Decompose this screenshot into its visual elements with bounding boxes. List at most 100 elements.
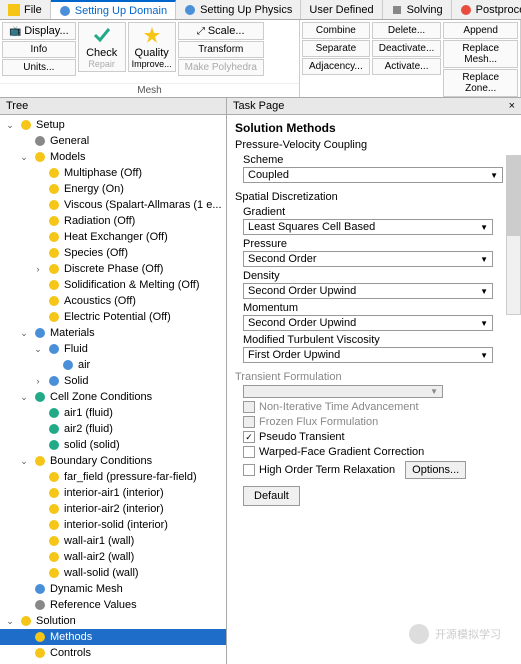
tree-item-radiation[interactable]: Radiation (Off) [0, 213, 226, 229]
tree-item-wall-solid[interactable]: wall-solid (wall) [0, 565, 226, 581]
tree-item-energy[interactable]: Energy (On) [0, 181, 226, 197]
non-iterative-checkbox [243, 401, 255, 413]
tree-item-interior-air2[interactable]: interior-air2 (interior) [0, 501, 226, 517]
default-button[interactable]: Default [243, 486, 300, 506]
tree-label: Energy (On) [64, 183, 124, 195]
watermark: 开源模拟学习 [409, 624, 501, 644]
tree-item-air[interactable]: air [0, 357, 226, 373]
scroll-thumb[interactable] [507, 156, 520, 236]
combine-button[interactable]: Combine [302, 22, 370, 39]
tree-item-interior-solid[interactable]: interior-solid (interior) [0, 517, 226, 533]
tree-toggle-icon[interactable]: › [32, 376, 44, 386]
tree-item-materials[interactable]: ⌄Materials [0, 325, 226, 341]
check-icon [92, 25, 112, 45]
tree-item-acoustics[interactable]: Acoustics (Off) [0, 293, 226, 309]
deactivate-button[interactable]: Deactivate... [372, 40, 442, 57]
tree-item-heat-exchanger[interactable]: Heat Exchanger (Off) [0, 229, 226, 245]
chevron-down-icon: ▼ [480, 255, 488, 264]
tree-item-wall-air1[interactable]: wall-air1 (wall) [0, 533, 226, 549]
scheme-dropdown[interactable]: Coupled▼ [243, 167, 503, 183]
tree-item-models[interactable]: ⌄Models [0, 149, 226, 165]
tree-item-species[interactable]: Species (Off) [0, 245, 226, 261]
pressure-dropdown[interactable]: Second Order▼ [243, 251, 493, 267]
mesh-group-label: Mesh [0, 83, 299, 97]
tree-item-discrete-phase[interactable]: ›Discrete Phase (Off) [0, 261, 226, 277]
tab-file[interactable]: File [0, 0, 51, 19]
tree-label: wall-air2 (wall) [64, 551, 134, 563]
tree-item-setup[interactable]: ⌄Setup [0, 117, 226, 133]
tree-toggle-icon[interactable]: ⌄ [18, 152, 30, 163]
gradient-dropdown[interactable]: Least Squares Cell Based▼ [243, 219, 493, 235]
#4a90d9-icon [33, 326, 47, 340]
#2a8-icon [47, 406, 61, 420]
tree-item-methods[interactable]: Methods [0, 629, 226, 645]
tree-toggle-icon[interactable]: ⌄ [32, 344, 44, 355]
append-button[interactable]: Append [443, 22, 518, 39]
polyhedra-button: Make Polyhedra [178, 59, 264, 76]
tree-toggle-icon[interactable]: ⌄ [18, 456, 30, 467]
quality-button[interactable]: Quality Improve... [128, 22, 176, 72]
tree-item-far-field[interactable]: far_field (pressure-far-field) [0, 469, 226, 485]
tree-item-solid-solid[interactable]: solid (solid) [0, 437, 226, 453]
tree-toggle-icon[interactable]: ⌄ [4, 120, 16, 131]
solution-methods-title: Solution Methods [235, 121, 513, 135]
tab-user[interactable]: User Defined [301, 0, 382, 19]
tree-item-wall-air2[interactable]: wall-air2 (wall) [0, 549, 226, 565]
tree-item-solidification[interactable]: Solidification & Melting (Off) [0, 277, 226, 293]
tree-item-air1-fluid[interactable]: air1 (fluid) [0, 405, 226, 421]
tree-toggle-icon[interactable]: › [32, 264, 44, 274]
tree-item-boundary[interactable]: ⌄Boundary Conditions [0, 453, 226, 469]
tree[interactable]: ⌄Setup General ⌄ModelsMultiphase (Off) Ener… [0, 115, 226, 664]
tree-item-controls[interactable]: Controls [0, 645, 226, 661]
tree-item-reference[interactable]: Reference Values [0, 597, 226, 613]
tree-toggle-icon[interactable]: ⌄ [4, 616, 16, 627]
density-dropdown[interactable]: Second Order Upwind▼ [243, 283, 493, 299]
transform-button[interactable]: Transform [178, 41, 264, 58]
tab-physics[interactable]: Setting Up Physics [176, 0, 301, 19]
activate-button[interactable]: Activate... [372, 58, 442, 75]
check-button[interactable]: Check Repair [78, 22, 126, 72]
tree-item-multiphase[interactable]: Multiphase (Off) [0, 165, 226, 181]
scrollbar[interactable] [506, 155, 521, 315]
delete-button[interactable]: Delete... [372, 22, 442, 39]
tab-solving[interactable]: Solving [383, 0, 452, 19]
scale-button[interactable]: ⤢ Scale... [178, 22, 264, 40]
tree-item-electric[interactable]: Electric Potential (Off) [0, 309, 226, 325]
tree-label: General [50, 135, 89, 147]
info-button[interactable]: Info [2, 41, 76, 58]
#4a90d9-icon [47, 374, 61, 388]
tab-post[interactable]: Postprocessi [452, 0, 521, 19]
tree-item-fluid[interactable]: ⌄Fluid [0, 341, 226, 357]
pseudo-checkbox[interactable]: ✓ [243, 431, 255, 443]
tree-item-solution[interactable]: ⌄Solution [0, 613, 226, 629]
high-order-checkbox[interactable] [243, 464, 255, 476]
ribbon: 📺 Display... Info Units... Check Repair … [0, 20, 521, 98]
replace-mesh-button[interactable]: Replace Mesh... [443, 40, 518, 68]
tree-item-solid[interactable]: ›Solid [0, 373, 226, 389]
adjacency-button[interactable]: Adjacency... [302, 58, 370, 75]
tree-item-cell-zones[interactable]: ⌄Cell Zone Conditions [0, 389, 226, 405]
separate-button[interactable]: Separate [302, 40, 370, 57]
momentum-dropdown[interactable]: Second Order Upwind▼ [243, 315, 493, 331]
tree-item-viscous[interactable]: Viscous (Spalart-Allmaras (1 e... [0, 197, 226, 213]
improve-button[interactable]: Improve... [132, 59, 172, 69]
tab-domain[interactable]: Setting Up Domain [51, 0, 176, 19]
mtv-dropdown[interactable]: First Order Upwind▼ [243, 347, 493, 363]
display-button[interactable]: 📺 Display... [2, 22, 76, 40]
units-button[interactable]: Units... [2, 59, 76, 76]
tree-item-air2-fluid[interactable]: air2 (fluid) [0, 421, 226, 437]
pressure-label: Pressure [243, 238, 513, 250]
#2a8-icon [47, 438, 61, 452]
replace-zone-button[interactable]: Replace Zone... [443, 69, 518, 97]
task-header: Task Page × [227, 98, 521, 115]
#f5c518-icon [47, 470, 61, 484]
warped-checkbox[interactable] [243, 446, 255, 458]
tree-item-general[interactable]: General [0, 133, 226, 149]
tree-toggle-icon[interactable]: ⌄ [18, 392, 30, 403]
globe-icon [184, 4, 196, 16]
tree-item-interior-air1[interactable]: interior-air1 (interior) [0, 485, 226, 501]
tree-toggle-icon[interactable]: ⌄ [18, 328, 30, 339]
options-button[interactable]: Options... [405, 461, 466, 479]
tree-item-dynamic-mesh[interactable]: Dynamic Mesh [0, 581, 226, 597]
close-icon[interactable]: × [509, 100, 515, 112]
